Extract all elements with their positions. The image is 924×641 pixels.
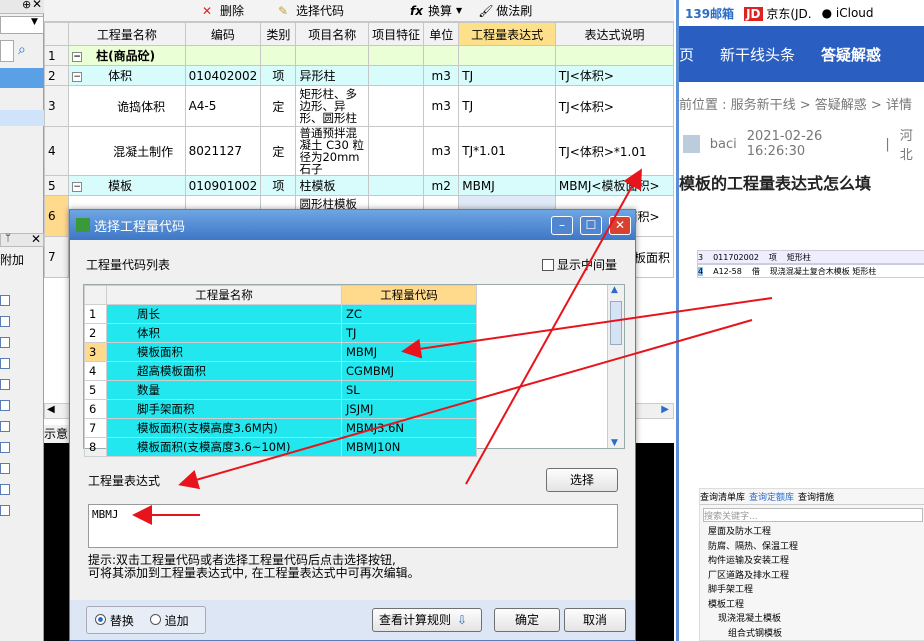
arrow-annotation xyxy=(465,168,642,485)
arrow-annotation xyxy=(178,319,753,490)
annotation-arrows xyxy=(132,168,773,525)
arrow-annotation xyxy=(401,297,773,359)
